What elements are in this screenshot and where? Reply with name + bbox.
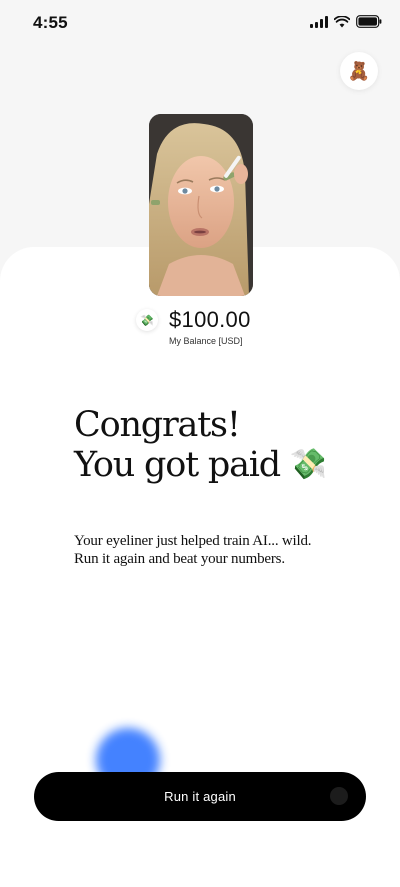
portrait-illustration xyxy=(149,114,253,296)
teddy-bear-icon: 🧸 xyxy=(347,60,371,81)
money-with-wings-icon: 💸 xyxy=(289,447,328,482)
money-icon: 💸 xyxy=(136,309,158,331)
run-it-again-label: Run it again xyxy=(164,789,236,804)
balance-row: 💸 $100.00 xyxy=(136,307,251,333)
status-icons xyxy=(310,15,382,28)
run-it-again-button[interactable]: Run it again xyxy=(34,772,366,821)
subtext-line-1: Your eyeliner just helped train AI... wi… xyxy=(74,533,312,549)
headline-line-2-wrapper: You got paid 💸 xyxy=(74,445,327,485)
status-bar: 4:55 xyxy=(0,0,400,46)
cellular-signal-icon xyxy=(310,15,328,28)
headline-line-1: Congrats! xyxy=(74,405,241,445)
button-trailing-dot xyxy=(330,787,348,805)
subtext-line-2: Run it again and beat your numbers. xyxy=(74,551,285,567)
balance-label: My Balance [USD] xyxy=(169,336,243,346)
avatar-button[interactable]: 🧸 xyxy=(340,52,378,90)
headline-line-2: You got paid xyxy=(74,445,281,485)
status-time: 4:55 xyxy=(33,13,68,32)
balance-amount: $100.00 xyxy=(169,307,251,332)
page-title: Congrats! You got paid 💸 xyxy=(74,406,327,485)
subtext: Your eyeliner just helped train AI... wi… xyxy=(74,532,364,568)
battery-icon xyxy=(356,15,382,28)
wifi-icon xyxy=(334,15,350,28)
video-thumbnail[interactable] xyxy=(149,114,253,296)
